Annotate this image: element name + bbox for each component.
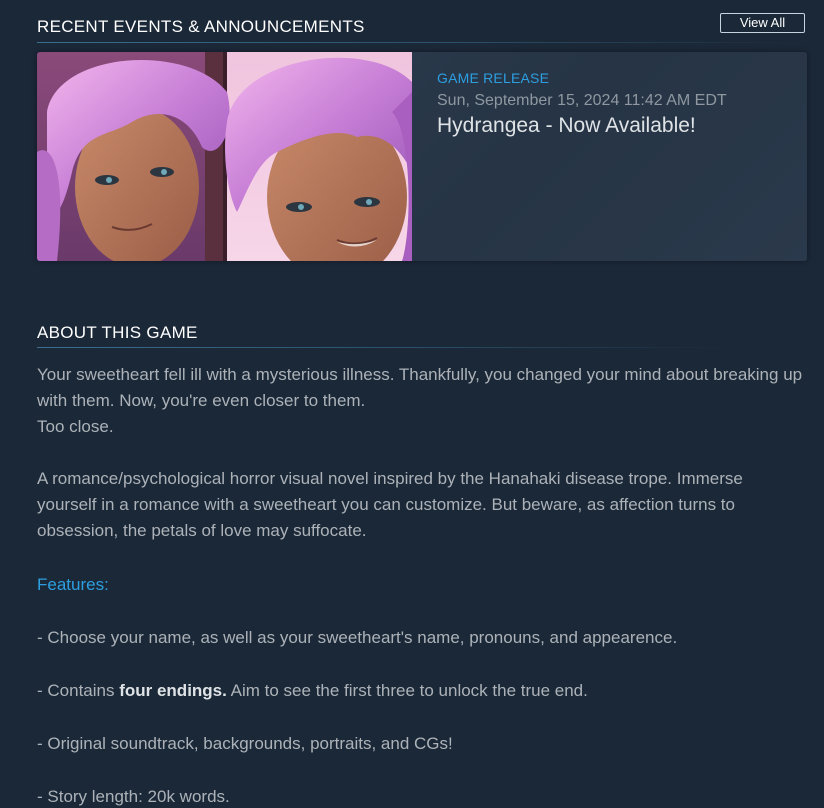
- event-card[interactable]: GAME RELEASE Sun, September 15, 2024 11:…: [37, 52, 807, 261]
- store-page: RECENT EVENTS & ANNOUNCEMENTS View All G…: [0, 0, 824, 808]
- recent-events-header: RECENT EVENTS & ANNOUNCEMENTS: [37, 17, 365, 36]
- view-all-button[interactable]: View All: [720, 13, 805, 33]
- feature-text: - Contains: [37, 681, 120, 700]
- feature-item: - Contains four endings. Aim to see the …: [37, 678, 807, 704]
- about-this-game-header: ABOUT THIS GAME: [37, 323, 198, 342]
- event-type-label: GAME RELEASE: [437, 70, 550, 86]
- description-paragraph: A romance/psychological horror visual no…: [37, 469, 743, 540]
- feature-item: - Choose your name, as well as your swee…: [37, 628, 678, 647]
- event-thumbnail-image[interactable]: [37, 52, 412, 261]
- feature-item: - Original soundtrack, backgrounds, port…: [37, 734, 453, 753]
- event-info: GAME RELEASE Sun, September 15, 2024 11:…: [437, 70, 797, 138]
- section-divider: [37, 347, 727, 348]
- event-title[interactable]: Hydrangea - Now Available!: [437, 114, 797, 138]
- feature-highlight: four endings.: [119, 681, 227, 700]
- feature-item: - Story length: 20k words.: [37, 787, 230, 806]
- feature-text: Aim to see the first three to unlock the…: [226, 681, 588, 700]
- event-date: Sun, September 15, 2024 11:42 AM EDT: [437, 92, 727, 109]
- game-description: Your sweetheart fell ill with a mysterio…: [37, 362, 807, 808]
- intro-paragraph: Your sweetheart fell ill with a mysterio…: [37, 365, 803, 410]
- section-divider: [37, 42, 807, 43]
- intro-tagline: Too close.: [37, 417, 114, 436]
- features-heading: Features:: [37, 575, 109, 594]
